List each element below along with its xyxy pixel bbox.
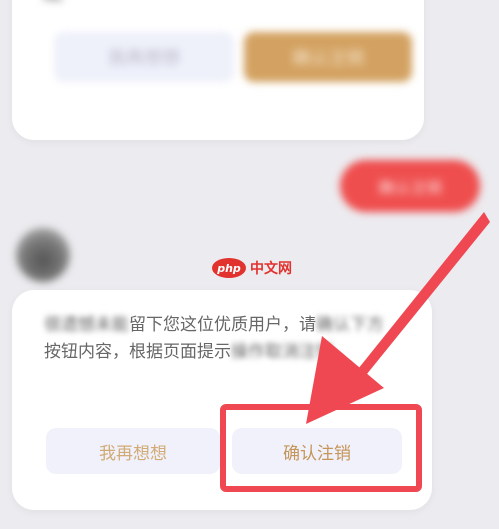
cancel-button[interactable]: 我再想想 <box>46 428 220 474</box>
desc-part: 认下方 <box>333 315 384 335</box>
top-cancel-button[interactable]: 我再想想 <box>54 32 234 82</box>
partial-text: 是 <box>42 0 64 6</box>
desc-part: 留下您这位优质用户，请 <box>129 315 316 335</box>
desc-part: 很遗憾未能 <box>44 315 129 335</box>
desc-part: 操 <box>231 342 248 362</box>
desc-part: 消注销。 <box>282 342 350 362</box>
watermark: php 中文网 <box>212 258 292 278</box>
dialog-description: 很遗憾未能留下您这位优质用户，请确认下方按钮内容，根据页面提示操作取消注销。 <box>44 312 384 366</box>
top-confirm-button[interactable]: 确认注销 <box>244 32 412 82</box>
highlight-box <box>220 404 422 492</box>
desc-part: 确 <box>316 315 333 335</box>
watermark-text: 中文网 <box>250 261 292 277</box>
desc-part: 取 <box>265 342 282 362</box>
avatar <box>16 228 70 282</box>
top-dialog-card: 是 我再想想 确认注销 <box>12 0 424 140</box>
chat-bubble: 确认注销 <box>340 160 480 212</box>
desc-part: 作 <box>248 342 265 362</box>
watermark-logo: php <box>212 258 246 278</box>
desc-part: 按钮内容，根据页面提示 <box>44 342 231 362</box>
